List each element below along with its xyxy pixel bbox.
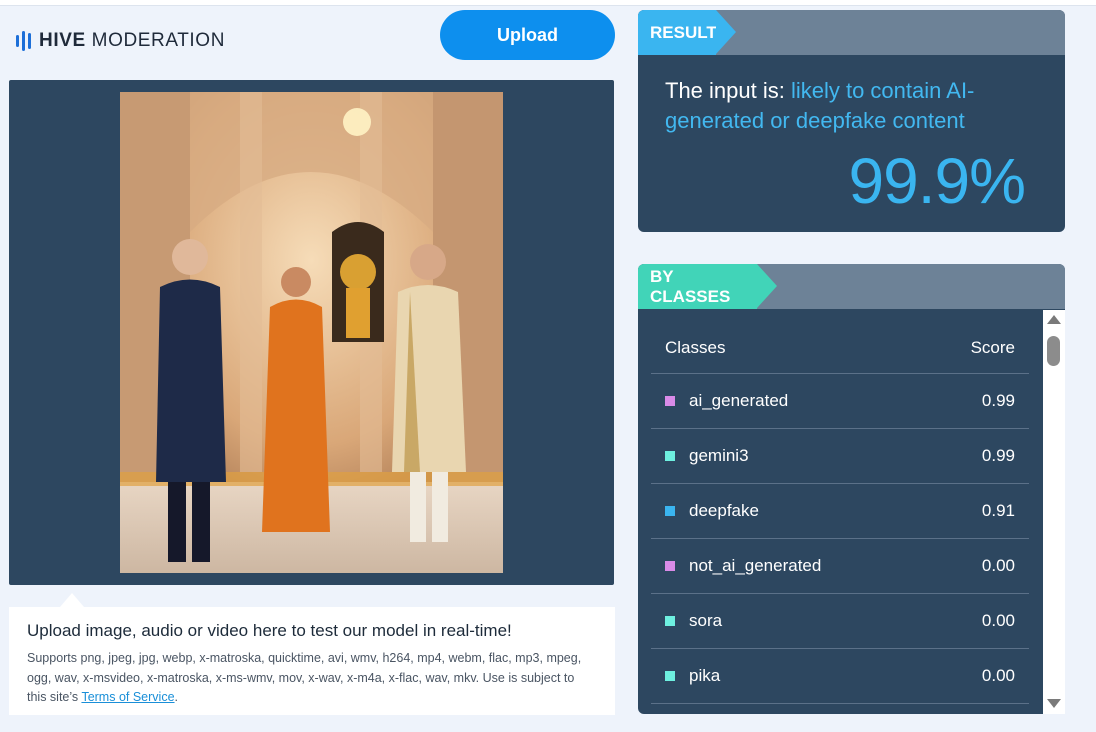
supported-formats-text: Supports png, jpeg, jpg, webp, x-matrosk…: [27, 649, 597, 708]
result-header: RESULT: [638, 10, 1065, 55]
media-preview-panel[interactable]: [9, 80, 614, 585]
table-row: ai_generated 0.99: [651, 374, 1029, 429]
class-swatch: [665, 561, 675, 571]
verdict-prefix: The input is:: [665, 78, 791, 103]
uploaded-photo: [120, 92, 503, 573]
upload-info-box: Upload image, audio or video here to tes…: [9, 593, 615, 715]
brand-name: HIVE MODERATION: [39, 30, 225, 52]
class-swatch: [665, 671, 675, 681]
class-score: 0.00: [981, 556, 1015, 575]
scrollbar-thumb[interactable]: [1047, 336, 1060, 366]
class-name: deepfake: [689, 501, 759, 520]
classes-card: BY CLASSES Classes Score ai_generated 0.…: [638, 264, 1065, 714]
table-row: sora 0.00: [651, 594, 1029, 649]
class-name: not_ai_generated: [689, 556, 822, 575]
classes-scrollbar[interactable]: [1043, 310, 1065, 714]
classes-header: BY CLASSES: [638, 264, 1065, 309]
result-verdict: The input is: likely to contain AI-gener…: [665, 76, 1025, 136]
result-tag: RESULT: [638, 10, 736, 55]
table-row: gemini3 0.99: [651, 429, 1029, 484]
upload-info-title: Upload image, audio or video here to tes…: [27, 621, 512, 640]
table-row: deepfake 0.91: [651, 484, 1029, 539]
classes-table: Classes Score ai_generated 0.99 gemini3 …: [651, 322, 1029, 704]
result-score: 99.9%: [848, 145, 1026, 217]
class-name: ai_generated: [689, 391, 789, 410]
info-suffix: .: [174, 690, 179, 704]
col-score: Score: [970, 337, 1015, 357]
hive-logo[interactable]: HIVE MODERATION: [16, 30, 225, 52]
brand-name-bold: HIVE: [39, 30, 86, 51]
table-row: not_ai_generated 0.00: [651, 539, 1029, 594]
scroll-down-arrow-icon[interactable]: [1047, 699, 1061, 708]
class-swatch: [665, 451, 675, 461]
col-classes: Classes: [665, 337, 726, 357]
classes-tag: BY CLASSES: [638, 264, 777, 309]
class-score: 0.99: [981, 446, 1015, 465]
class-score: 0.99: [981, 391, 1015, 410]
upload-button[interactable]: Upload: [440, 10, 615, 60]
class-name: sora: [689, 611, 723, 630]
top-border: [0, 0, 1096, 6]
hive-bars-icon: [16, 31, 31, 51]
class-swatch: [665, 506, 675, 516]
terms-of-service-link[interactable]: Terms of Service: [81, 690, 174, 704]
classes-table-header: Classes Score: [651, 322, 1029, 374]
class-swatch: [665, 616, 675, 626]
class-name: gemini3: [689, 446, 749, 465]
class-name: pika: [689, 666, 721, 685]
class-score: 0.00: [981, 666, 1015, 685]
class-swatch: [665, 396, 675, 406]
class-score: 0.00: [981, 611, 1015, 630]
scroll-up-arrow-icon[interactable]: [1047, 315, 1061, 324]
class-score: 0.91: [981, 501, 1015, 520]
result-card: RESULT The input is: likely to contain A…: [638, 10, 1065, 232]
brand-name-rest: MODERATION: [91, 30, 226, 51]
table-row: pika 0.00: [651, 649, 1029, 704]
